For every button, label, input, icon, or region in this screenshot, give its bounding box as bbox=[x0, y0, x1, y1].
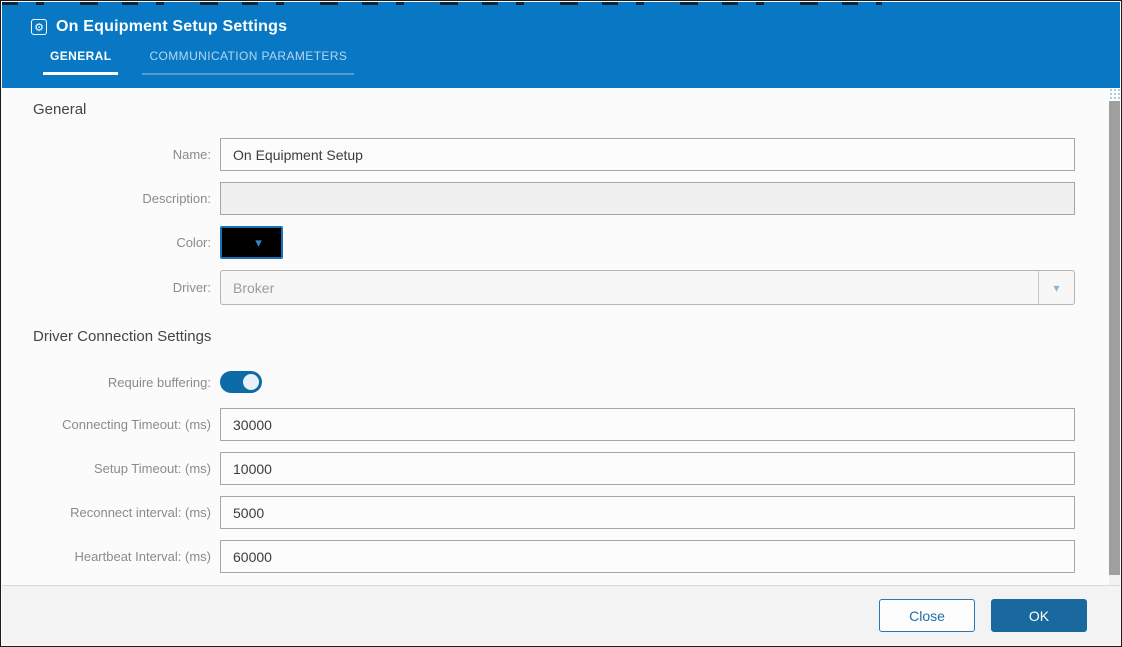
heartbeat-interval-row: Heartbeat Interval: (ms) bbox=[2, 540, 1109, 573]
close-button[interactable]: Close bbox=[879, 599, 975, 632]
driver-connection-settings-heading: Driver Connection Settings bbox=[33, 328, 1109, 345]
tab-general[interactable]: GENERAL bbox=[43, 49, 118, 75]
setup-timeout-input[interactable] bbox=[220, 452, 1075, 485]
connecting-timeout-label: Connecting Timeout: (ms) bbox=[2, 417, 220, 432]
tab-bar: GENERAL COMMUNICATION PARAMETERS bbox=[43, 49, 1120, 75]
toggle-knob bbox=[243, 374, 259, 390]
setup-timeout-row: Setup Timeout: (ms) bbox=[2, 452, 1109, 485]
heartbeat-interval-input[interactable] bbox=[220, 540, 1075, 573]
connecting-timeout-input[interactable] bbox=[220, 408, 1075, 441]
driver-row: Driver: Broker ▾ bbox=[2, 270, 1109, 305]
driver-label: Driver: bbox=[2, 280, 220, 295]
color-picker-dropdown[interactable]: ▾ bbox=[220, 226, 283, 259]
name-input[interactable] bbox=[220, 138, 1075, 171]
require-buffering-row: Require buffering: bbox=[2, 371, 1109, 393]
settings-dialog-window: ⚙ On Equipment Setup Settings GENERAL CO… bbox=[0, 0, 1122, 647]
setup-timeout-label: Setup Timeout: (ms) bbox=[2, 461, 220, 476]
description-row: Description: bbox=[2, 182, 1109, 215]
driver-dropdown-button[interactable]: ▾ bbox=[1038, 271, 1074, 304]
dialog-title: On Equipment Setup Settings bbox=[56, 18, 287, 36]
title-row: ⚙ On Equipment Setup Settings bbox=[2, 2, 1120, 36]
driver-select[interactable]: Broker ▾ bbox=[220, 270, 1075, 305]
chevron-down-icon: ▾ bbox=[1053, 281, 1059, 295]
dialog-body: General Name: Description: Color: ▾ Driv… bbox=[2, 88, 1109, 585]
color-row: Color: ▾ bbox=[2, 226, 1109, 259]
description-label: Description: bbox=[2, 191, 220, 206]
general-section-heading: General bbox=[33, 101, 1109, 118]
reconnect-interval-row: Reconnect interval: (ms) bbox=[2, 496, 1109, 529]
background-window-edge-artifacts bbox=[2, 2, 882, 5]
gear-icon: ⚙ bbox=[31, 19, 47, 35]
chevron-down-icon: ▾ bbox=[241, 236, 262, 249]
ok-button[interactable]: OK bbox=[991, 599, 1087, 632]
description-input[interactable] bbox=[220, 182, 1075, 215]
dialog-footer: Close OK bbox=[2, 585, 1120, 645]
name-row: Name: bbox=[2, 138, 1109, 171]
require-buffering-label: Require buffering: bbox=[2, 375, 220, 390]
require-buffering-toggle[interactable] bbox=[220, 371, 262, 393]
dialog-header: ⚙ On Equipment Setup Settings GENERAL CO… bbox=[2, 2, 1120, 88]
scrollbar-thumb[interactable] bbox=[1109, 101, 1120, 575]
tab-communication-parameters[interactable]: COMMUNICATION PARAMETERS bbox=[142, 49, 354, 75]
driver-selected-value: Broker bbox=[221, 280, 1038, 296]
heartbeat-interval-label: Heartbeat Interval: (ms) bbox=[2, 549, 220, 564]
name-label: Name: bbox=[2, 147, 220, 162]
scrollbar-dotted-grip bbox=[1109, 88, 1120, 101]
reconnect-interval-label: Reconnect interval: (ms) bbox=[2, 505, 220, 520]
color-label: Color: bbox=[2, 235, 220, 250]
connecting-timeout-row: Connecting Timeout: (ms) bbox=[2, 408, 1109, 441]
reconnect-interval-input[interactable] bbox=[220, 496, 1075, 529]
vertical-scrollbar[interactable] bbox=[1109, 88, 1120, 585]
